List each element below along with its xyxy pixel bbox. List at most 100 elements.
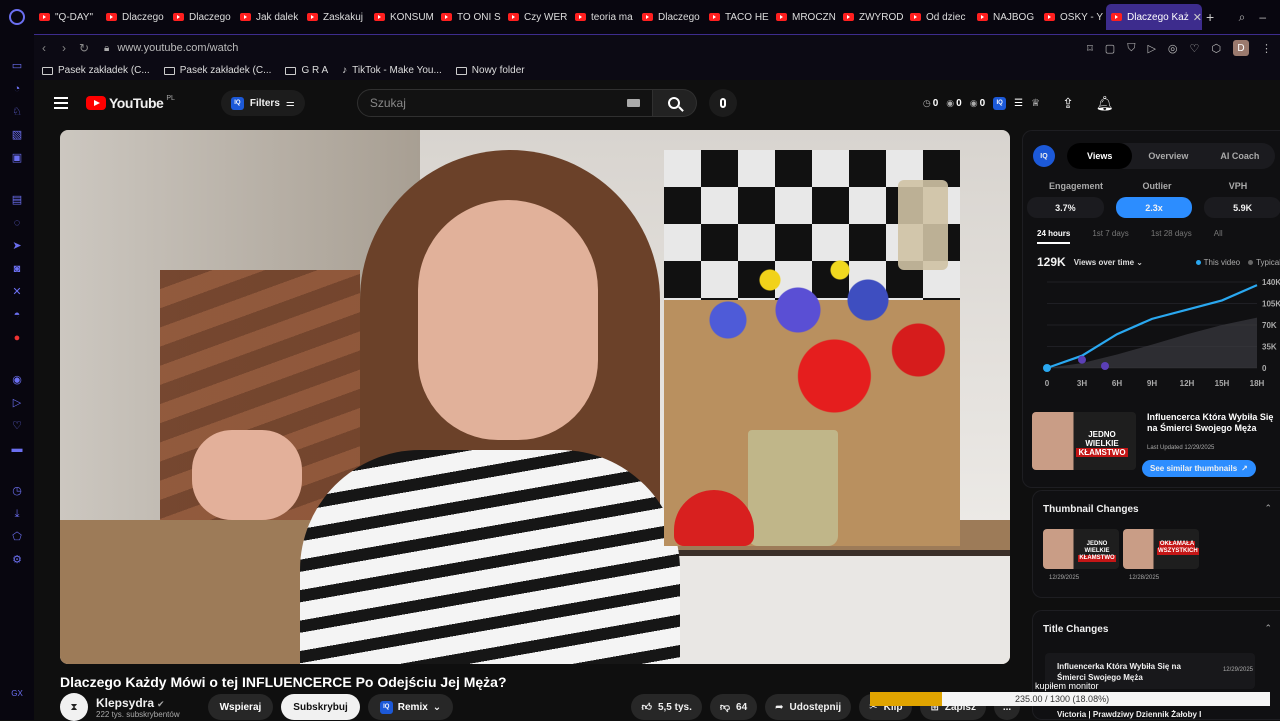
browser-tab[interactable]: Dlaczego (101, 4, 168, 30)
close-tab-icon[interactable]: ✕ (1193, 11, 1202, 24)
channel-avatar[interactable]: ⧗ (60, 693, 88, 721)
browser-tab-active[interactable]: Dlaczego Każ✕ (1106, 4, 1202, 30)
browser-tab[interactable]: "Q-DAY" (34, 4, 101, 30)
bookmark-icon[interactable]: ⌑ (1087, 42, 1093, 55)
upload-icon[interactable]: ⇪ (1062, 95, 1074, 112)
record-icon[interactable]: ● (10, 332, 24, 344)
extensions-icon[interactable]: ⬠ (10, 531, 24, 543)
spotify-icon[interactable]: ◉ (10, 374, 24, 386)
wallet-icon[interactable]: ▬ (10, 443, 24, 455)
subscribe-button[interactable]: Subskrybuj (281, 694, 359, 720)
camera-icon[interactable]: ◎ (1168, 42, 1178, 55)
browser-tab[interactable]: Od dziec (905, 4, 972, 30)
tab-ai-coach[interactable]: AI Coach (1204, 143, 1275, 169)
chevron-up-icon[interactable]: ⌃ (1264, 503, 1272, 514)
share-button[interactable]: ➦Udostępnij (765, 694, 851, 720)
reload-icon[interactable]: ↻ (74, 41, 94, 55)
heart-icon[interactable]: ♡ (1190, 42, 1200, 55)
forward-icon[interactable]: › (54, 41, 74, 55)
bookmark-folder[interactable]: Pasek zakładek (C... (42, 65, 150, 76)
thumbnail-image[interactable]: JEDNO WIELKIEKŁAMSTWO (1032, 412, 1136, 470)
favorites-icon[interactable]: ♡ (10, 420, 24, 432)
filters-button[interactable]: IQ Filters ⚌ (221, 90, 305, 116)
channel-name[interactable]: Klepsydra✔ (96, 696, 180, 710)
lock-icon[interactable]: 🔒︎ (104, 43, 109, 54)
chevron-up-icon[interactable]: ⌃ (1264, 623, 1272, 634)
browser-tab[interactable]: MROCZN (771, 4, 838, 30)
settings-icon[interactable]: ⚙ (10, 554, 24, 566)
browser-tab[interactable]: TO ONI S (436, 4, 503, 30)
new-tab-icon[interactable]: + (1206, 9, 1214, 25)
browser-tab[interactable]: NAJBOG (972, 4, 1039, 30)
browser-tab[interactable]: ZWYROD (838, 4, 905, 30)
profile-avatar[interactable]: D (1233, 40, 1249, 56)
tab-overview[interactable]: Overview (1132, 143, 1204, 169)
search-button[interactable] (653, 89, 697, 117)
control-icon[interactable]: ◔ (10, 83, 24, 95)
browser-tab[interactable]: teoria ma (570, 4, 637, 30)
views-mode-dropdown[interactable]: Views over time ⌄ (1074, 258, 1143, 267)
shield-icon[interactable]: ⛉ (1127, 42, 1135, 55)
bookmark-folder[interactable]: G R A (285, 65, 328, 76)
play-icon[interactable]: ▷ (1147, 42, 1155, 55)
bookmark-tiktok[interactable]: ♪TikTok - Make You... (342, 65, 442, 76)
url-field[interactable]: www.youtube.com/watch (117, 42, 238, 54)
menu-icon[interactable] (54, 97, 68, 109)
like-button[interactable]: 👍︎5,5 tys. (631, 694, 701, 720)
speed-dial-icon[interactable]: ▭ (10, 60, 24, 72)
telegram-icon[interactable]: ➤ (10, 240, 24, 252)
instagram-icon[interactable]: ◙ (10, 263, 24, 275)
bookmark-folder[interactable]: Pasek zakładek (C... (164, 65, 272, 76)
thumbnail-version[interactable]: JEDNO WIELKIEKŁAMSTWO (1043, 529, 1119, 569)
back-icon[interactable]: ‹ (34, 41, 54, 55)
send-icon[interactable]: ▷ (10, 397, 24, 409)
voice-search-button[interactable] (709, 89, 737, 117)
browser-tab[interactable]: Jak dalek (235, 4, 302, 30)
keyboard-icon[interactable] (627, 99, 640, 107)
support-button[interactable]: Wspieraj (208, 694, 274, 720)
history-icon[interactable]: ◷ (10, 485, 24, 497)
opera-logo-icon[interactable] (0, 0, 34, 34)
messenger-icon[interactable]: ◌ (10, 217, 24, 229)
snapshot-icon[interactable]: ▢ (1105, 42, 1115, 55)
minimize-window-icon[interactable]: – (1259, 10, 1266, 25)
metric-outlier[interactable]: 2.3x (1116, 197, 1193, 218)
browser-tab[interactable]: KONSUM (369, 4, 436, 30)
metric-engagement[interactable]: 3.7% (1027, 197, 1104, 218)
extensions-icon[interactable]: ⬡ (1211, 42, 1221, 55)
dislike-button[interactable]: 👎︎64 (710, 694, 757, 720)
search-input[interactable]: Szukaj (357, 89, 653, 117)
metric-vph[interactable]: 5.9K (1204, 197, 1280, 218)
range-24h[interactable]: 24 hours (1037, 229, 1070, 244)
remix-button[interactable]: IQ Remix ⌄ (368, 694, 453, 720)
see-similar-thumbnails-button[interactable]: See similar thumbnails↗ (1142, 460, 1256, 477)
x-icon[interactable]: ✕ (10, 286, 24, 298)
browser-tab[interactable]: OSKY - Y (1039, 4, 1106, 30)
trophy-icon[interactable]: ♕ (1031, 98, 1040, 109)
iq-icon[interactable]: IQ (993, 97, 1006, 110)
gx-corner-icon[interactable]: ♘ (10, 106, 24, 118)
thumbnail-version[interactable]: OKŁAMAŁAWSZYSTKICH (1123, 529, 1199, 569)
music-icon[interactable]: ▣ (10, 152, 24, 164)
browser-tab[interactable]: Dlaczego (168, 4, 235, 30)
browser-tab[interactable]: Czy WER (503, 4, 570, 30)
menu-icon[interactable]: ⋮ (1261, 42, 1272, 55)
tab-views[interactable]: Views (1067, 143, 1132, 169)
browser-tab[interactable]: Dlaczego (637, 4, 704, 30)
video-player[interactable] (60, 130, 1010, 664)
browser-tab[interactable]: TACO HE (704, 4, 771, 30)
youtube-logo[interactable]: YouTube PL (86, 95, 175, 111)
search-tabs-icon[interactable]: ⌕ (1239, 10, 1246, 25)
range-28d[interactable]: 1st 28 days (1151, 229, 1192, 244)
cleaner-icon[interactable]: ▧ (10, 129, 24, 141)
title-version[interactable]: Victoria | Prawdziwy Dziennik Żałoby I (1057, 710, 1201, 719)
range-7d[interactable]: 1st 7 days (1092, 229, 1128, 244)
list-icon[interactable]: ☰ (1014, 98, 1023, 109)
bookmark-folder[interactable]: Nowy folder (456, 65, 525, 76)
range-all[interactable]: All (1214, 229, 1223, 244)
notifications-icon[interactable]: 🔔︎ (1096, 95, 1114, 112)
discord-icon[interactable]: ◓ (10, 309, 24, 321)
twitch-icon[interactable]: ▤ (10, 194, 24, 206)
browser-tab[interactable]: Zaskakuj (302, 4, 369, 30)
downloads-icon[interactable]: ⤓ (10, 508, 24, 520)
